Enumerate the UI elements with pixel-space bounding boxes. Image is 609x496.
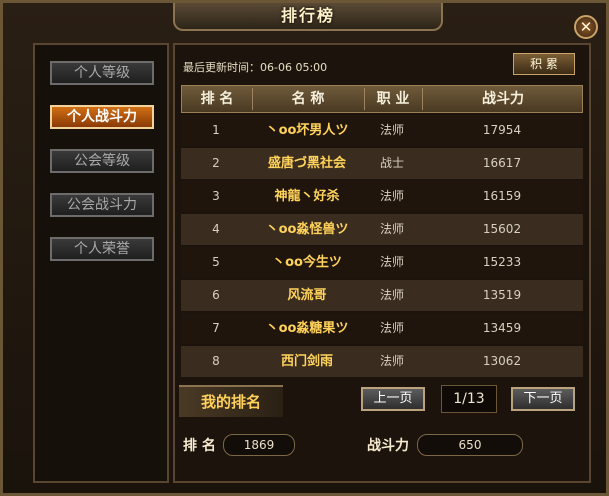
table-row[interactable]: 4 丶oo淼怪兽ツ 法师 15602: [181, 214, 583, 245]
tab-personal-level[interactable]: 个人等级: [50, 61, 154, 85]
table-row[interactable]: 5 丶oo今生ツ 法师 15233: [181, 247, 583, 278]
row-rank: 6: [212, 288, 220, 302]
row-job: 法师: [379, 354, 404, 368]
row-power: 13519: [482, 288, 522, 302]
row-name: 风流哥: [287, 288, 327, 303]
header-power: 战斗力: [482, 91, 524, 107]
row-job: 战士: [379, 156, 404, 170]
my-rank-tab: 我的排名: [179, 385, 283, 417]
tab-guild-power[interactable]: 公会战斗力: [50, 193, 154, 217]
ranking-panel: 最后更新时间：06-06 05:00 积 累 排 名 名 称 职 业 战斗力 1…: [173, 43, 591, 483]
header-name: 名 称: [291, 91, 325, 107]
tab-guild-level[interactable]: 公会等级: [50, 149, 154, 173]
my-rank-label: 排 名: [183, 438, 216, 454]
next-page-button[interactable]: 下一页: [511, 387, 575, 411]
row-name: 丶oo淼糖果ツ: [265, 321, 349, 336]
table-row[interactable]: 1 丶oo坏男人ツ 法师 17954: [181, 115, 583, 146]
row-rank: 8: [212, 354, 220, 368]
header-job: 职 业: [376, 91, 410, 107]
row-name: 盛唐づ黑社会: [267, 156, 346, 171]
row-job: 法师: [379, 123, 404, 137]
ranking-window: 排行榜 ✕ 个人等级 个人战斗力 公会等级 公会战斗力 个人荣誉 最后更新时间：…: [0, 0, 609, 496]
row-rank: 3: [212, 189, 220, 203]
my-power-value: 650: [417, 434, 523, 456]
update-time: 最后更新时间：06-06 05:00: [183, 61, 328, 74]
row-job: 法师: [379, 189, 404, 203]
row-job: 法师: [379, 288, 404, 302]
table-row[interactable]: 7 丶oo淼糖果ツ 法师 13459: [181, 313, 583, 344]
table-header: 排 名 名 称 职 业 战斗力: [181, 85, 583, 113]
row-rank: 2: [212, 156, 220, 170]
my-rank-value: 1869: [223, 434, 295, 456]
row-name: 丶oo淼怪兽ツ: [265, 222, 349, 237]
row-job: 法师: [379, 321, 404, 335]
row-power: 15233: [482, 255, 522, 269]
row-power: 16617: [482, 156, 522, 170]
tab-personal-honor[interactable]: 个人荣誉: [50, 237, 154, 261]
row-job: 法师: [379, 255, 404, 269]
row-rank: 1: [212, 123, 220, 137]
row-power: 16159: [482, 189, 522, 203]
row-power: 15602: [482, 222, 522, 236]
row-power: 13062: [482, 354, 522, 368]
window-title: 排行榜: [280, 6, 335, 25]
prev-page-button[interactable]: 上一页: [361, 387, 425, 411]
honor-button[interactable]: 积 累: [513, 53, 575, 75]
header-rank: 排 名: [200, 91, 234, 107]
table-row[interactable]: 3 神龍丶好杀 法师 16159: [181, 181, 583, 212]
row-rank: 7: [212, 321, 220, 335]
page-indicator: 1/13: [441, 385, 497, 413]
row-rank: 4: [212, 222, 220, 236]
table-row[interactable]: 8 西门剑雨 法师 13062: [181, 346, 583, 377]
tab-personal-power[interactable]: 个人战斗力: [50, 105, 154, 129]
row-power: 13459: [482, 321, 522, 335]
table-row[interactable]: 6 风流哥 法师 13519: [181, 280, 583, 311]
row-job: 法师: [379, 222, 404, 236]
row-name: 丶oo坏男人ツ: [265, 123, 349, 138]
close-button[interactable]: ✕: [574, 15, 598, 39]
row-rank: 5: [212, 255, 220, 269]
window-title-bar: 排行榜: [173, 3, 443, 31]
row-name: 丶oo今生ツ: [272, 255, 342, 270]
my-power-label: 战斗力: [367, 438, 409, 454]
row-name: 西门剑雨: [280, 354, 333, 369]
row-power: 17954: [482, 123, 522, 137]
my-rank-title: 我的排名: [200, 393, 261, 411]
row-name: 神龍丶好杀: [274, 189, 340, 204]
sidebar: 个人等级 个人战斗力 公会等级 公会战斗力 个人荣誉: [33, 43, 169, 483]
table-row[interactable]: 2 盛唐づ黑社会 战士 16617: [181, 148, 583, 179]
